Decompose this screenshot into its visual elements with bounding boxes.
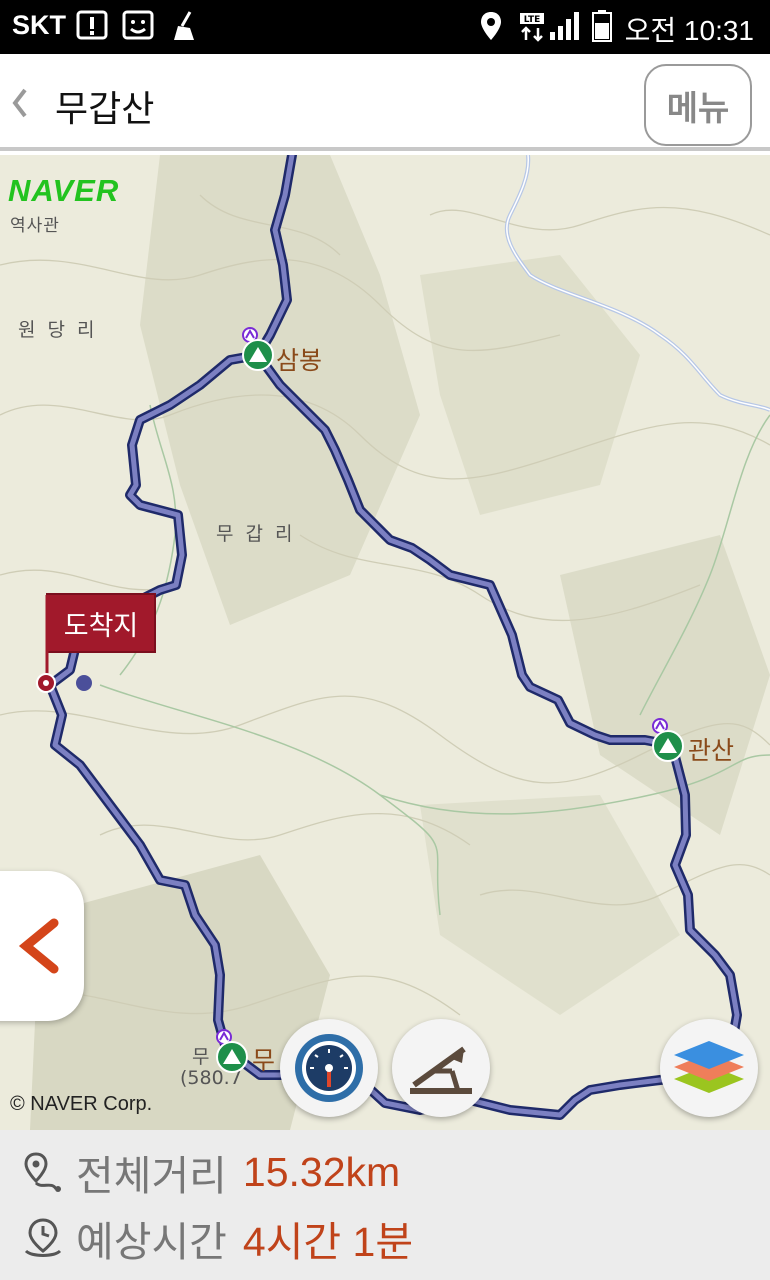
- collapse-panel-button[interactable]: [0, 871, 84, 1021]
- place-label-wondang: 원 당 리: [18, 319, 98, 341]
- messenger-icon: [122, 10, 154, 40]
- distance-label: 전체거리: [76, 1152, 227, 1200]
- time-value: 4시간 1분: [242, 1219, 414, 1265]
- peak-marker-sambong[interactable]: [240, 327, 276, 371]
- chevron-left-icon: [12, 88, 27, 118]
- alert-icon: [76, 10, 108, 40]
- naver-logo: NAVER: [8, 173, 120, 208]
- lte-data-icon: LTE: [520, 13, 544, 42]
- carrier-name: SKT: [12, 10, 66, 40]
- distance-value: 15.32km: [242, 1148, 401, 1195]
- peak-label-gwansan: 관산: [688, 736, 735, 765]
- time-row: 예상시간 4시간 1분: [22, 1208, 413, 1268]
- place-label-partial-bottom: 무: [192, 1046, 210, 1068]
- svg-text:LTE: LTE: [524, 15, 541, 25]
- back-button[interactable]: [4, 80, 34, 126]
- place-label-partial-top: 역사관: [10, 216, 60, 236]
- map-copyright: © NAVER Corp.: [10, 1093, 153, 1115]
- cleaner-icon: [174, 11, 194, 40]
- layers-icon: [674, 1041, 744, 1093]
- peak-label-sambong: 삼봉: [276, 346, 323, 375]
- status-bar: SKT LTE 오전 10:31: [0, 0, 770, 54]
- clock: 오전 10:31: [624, 15, 754, 46]
- route-info-panel: 전체거리 15.32km 예상시간 4시간 1분: [0, 1130, 770, 1280]
- app-header: 무갑산 메뉴: [0, 54, 770, 151]
- battery-icon: [592, 10, 612, 42]
- page-title: 무갑산: [55, 89, 155, 130]
- location-icon: [481, 12, 501, 40]
- clock-pin-icon: [24, 1218, 62, 1257]
- map-view[interactable]: NAVER 역사관 원 당 리 무 갑 리 무 (580.7 삼봉 관산 무 도…: [0, 155, 770, 1130]
- place-label-mugap: 무 갑 리: [216, 523, 296, 545]
- signal-icon: [550, 12, 579, 40]
- time-label: 예상시간: [76, 1218, 227, 1266]
- arrival-pin-icon: [36, 595, 92, 693]
- layers-button[interactable]: [660, 1019, 758, 1117]
- peak-marker-mugapsan[interactable]: [214, 1029, 250, 1073]
- speedometer-button[interactable]: [280, 1019, 378, 1117]
- chevron-left-icon: [18, 918, 59, 974]
- peak-marker-gwansan[interactable]: [650, 718, 686, 762]
- incline-icon: [410, 1046, 472, 1094]
- distance-row: 전체거리 15.32km: [22, 1142, 400, 1202]
- elevation-profile-button[interactable]: [392, 1019, 490, 1117]
- menu-button[interactable]: 메뉴: [644, 64, 752, 146]
- speedometer-icon: [295, 1034, 363, 1102]
- route-distance-icon: [24, 1152, 61, 1192]
- peak-label-mugapsan: 무: [252, 1046, 276, 1075]
